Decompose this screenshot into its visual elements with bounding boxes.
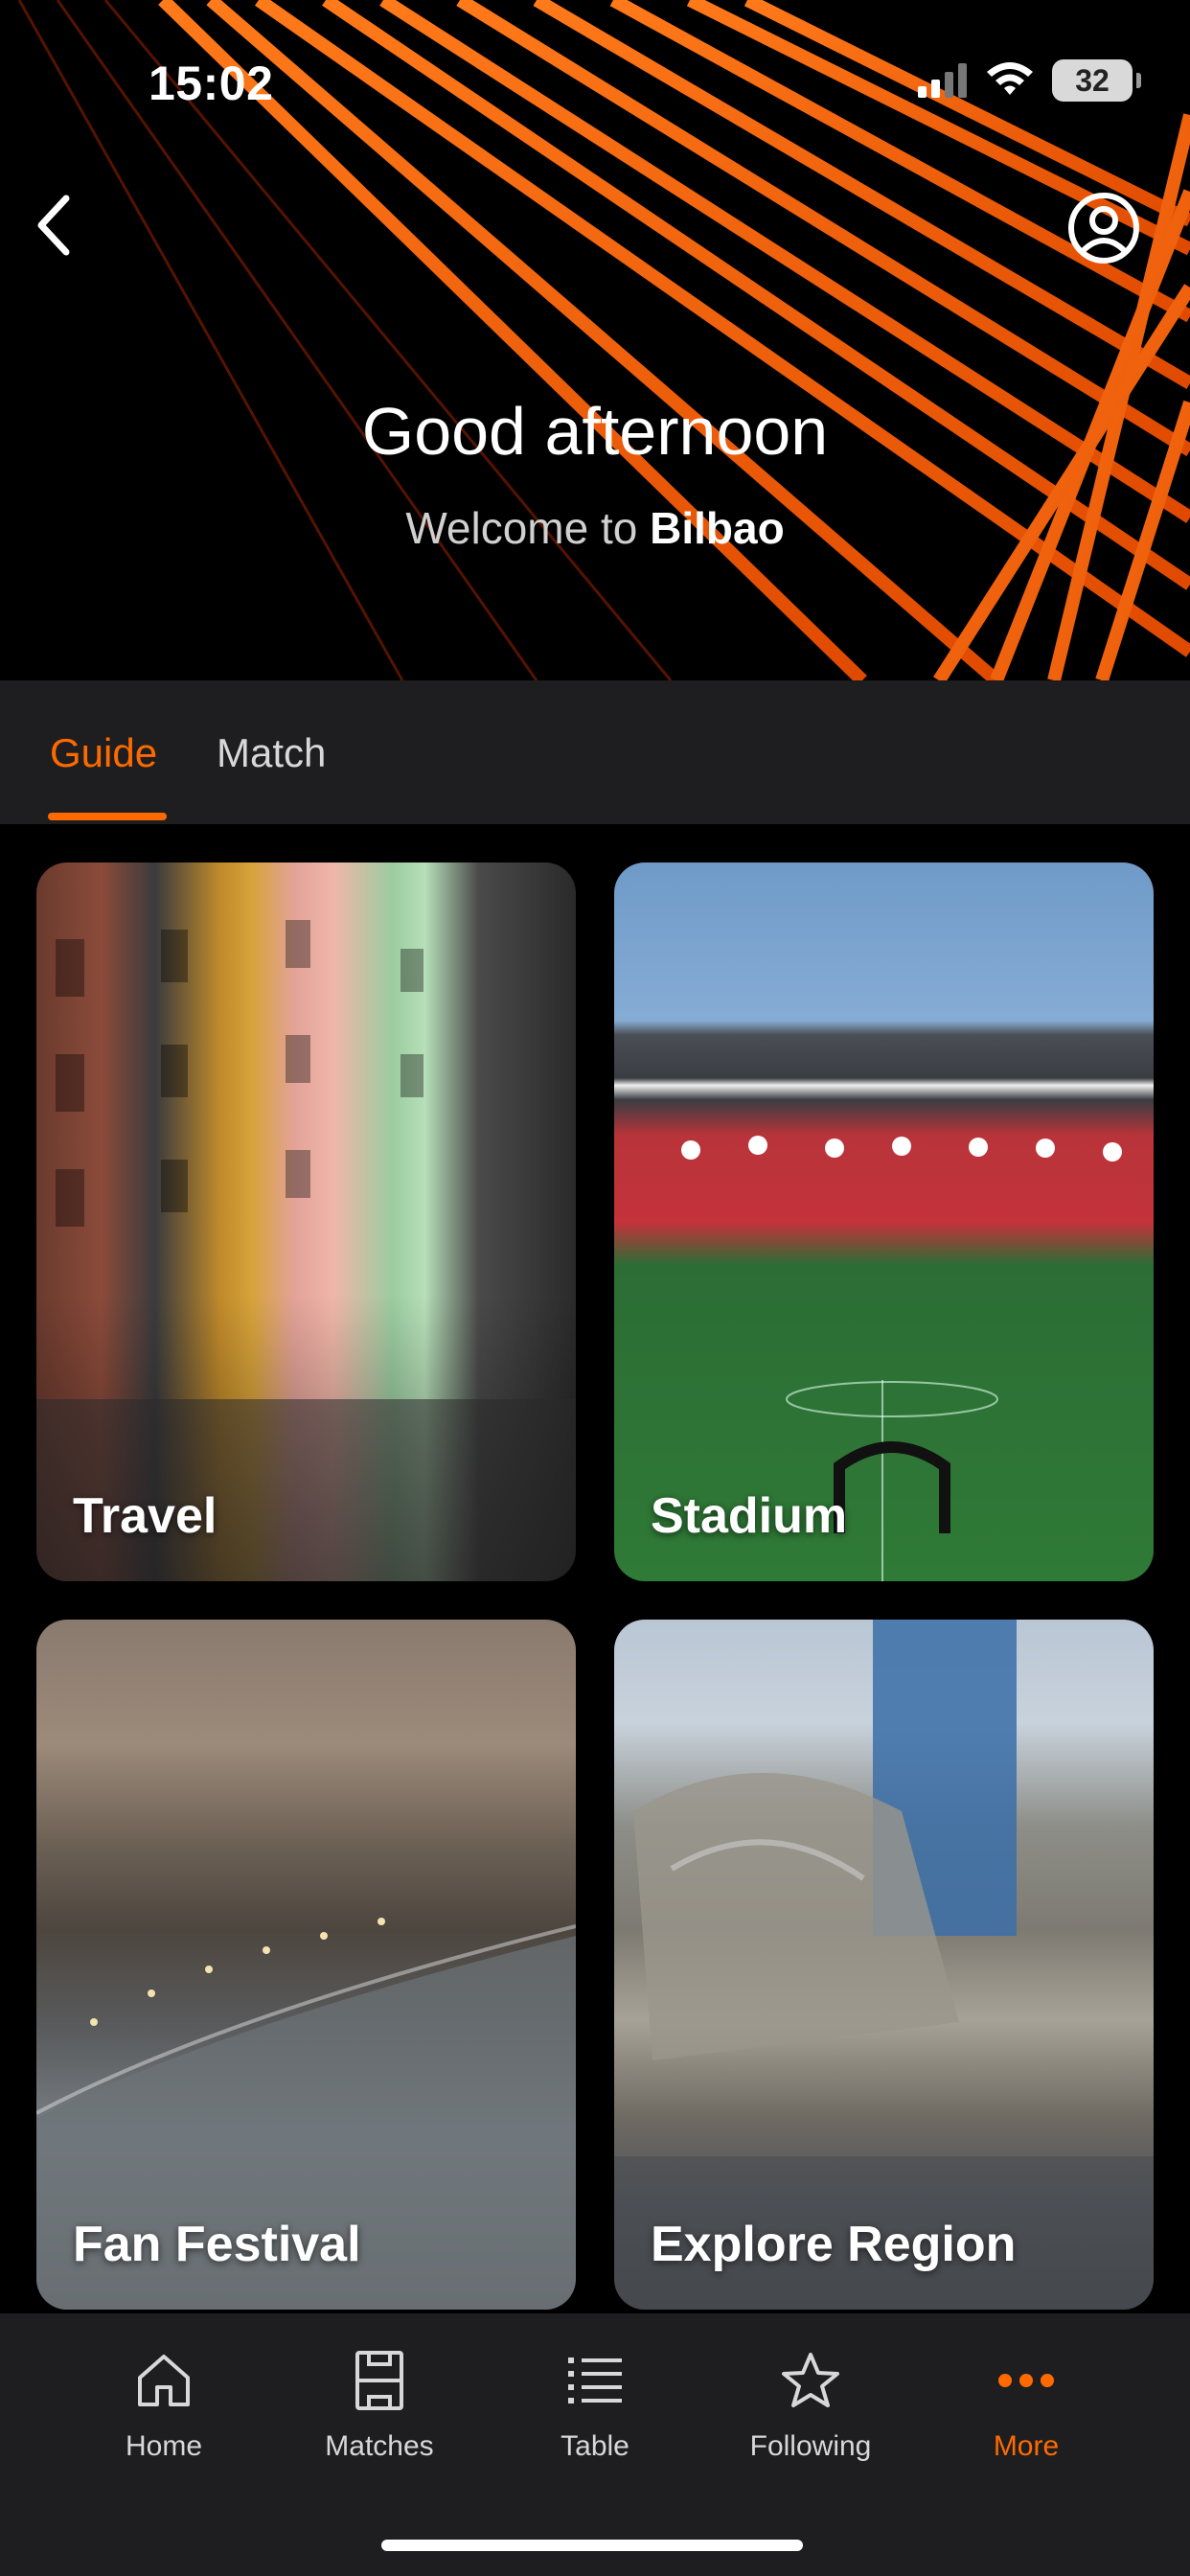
- stadium-image: [681, 1136, 1122, 1581]
- nav-more[interactable]: More: [930, 2342, 1122, 2463]
- home-indicator: [381, 2540, 803, 2551]
- card-fan-festival[interactable]: Fan Festival: [36, 1620, 576, 2310]
- fan-festival-image: [36, 1918, 576, 2310]
- card-travel[interactable]: Travel: [36, 862, 576, 1581]
- more-dots-icon: [998, 2374, 1054, 2387]
- nav-table[interactable]: Table: [499, 2342, 691, 2463]
- user-icon: [1068, 193, 1139, 264]
- chevron-left-icon: [37, 195, 70, 256]
- card-stadium[interactable]: Stadium: [614, 862, 1154, 1581]
- welcome-subtitle: Welcome to Bilbao: [0, 502, 1190, 554]
- city-name: Bilbao: [650, 503, 785, 553]
- tab-match[interactable]: Match: [217, 730, 326, 776]
- list-icon: [568, 2358, 622, 2404]
- status-icons: 32: [918, 59, 1141, 102]
- signal-icon: [918, 63, 967, 98]
- star-icon: [782, 2353, 839, 2407]
- status-time: 15:02: [149, 57, 274, 110]
- card-label: Travel: [73, 1488, 217, 1544]
- tab-guide[interactable]: Guide: [50, 730, 157, 776]
- nav-label: Following: [749, 2430, 872, 2462]
- greeting-title: Good afternoon: [361, 394, 829, 469]
- welcome-prefix: Welcome to: [405, 503, 638, 553]
- card-label: Explore Region: [651, 2217, 1017, 2272]
- nav-label: Table: [561, 2430, 629, 2462]
- nav-home[interactable]: Home: [68, 2342, 260, 2463]
- tab-bar: Guide Match: [0, 680, 1190, 824]
- hero-header: 15:02 32 Good afternoon Welcome to Bilba…: [0, 0, 1190, 680]
- wifi-icon: [987, 62, 1033, 95]
- back-button[interactable]: [19, 192, 86, 259]
- bottom-navigation: Home Matches Table Following More: [0, 2313, 1190, 2576]
- profile-button[interactable]: [1065, 190, 1142, 266]
- card-explore-region[interactable]: Explore Region: [614, 1620, 1154, 2310]
- nav-matches[interactable]: Matches: [284, 2342, 475, 2463]
- nav-following[interactable]: Following: [715, 2342, 906, 2463]
- battery-indicator: 32: [1052, 59, 1141, 102]
- nav-label: Home: [125, 2430, 203, 2462]
- card-label: Stadium: [651, 1488, 848, 1544]
- card-label: Fan Festival: [73, 2217, 361, 2272]
- explore-region-image: [614, 1620, 1154, 2310]
- nav-label: Matches: [325, 2430, 434, 2462]
- pitch-icon: [355, 2351, 403, 2410]
- home-icon: [138, 2355, 190, 2406]
- active-tab-indicator: [48, 813, 167, 820]
- nav-label: More: [993, 2430, 1060, 2462]
- travel-image: [36, 920, 576, 1581]
